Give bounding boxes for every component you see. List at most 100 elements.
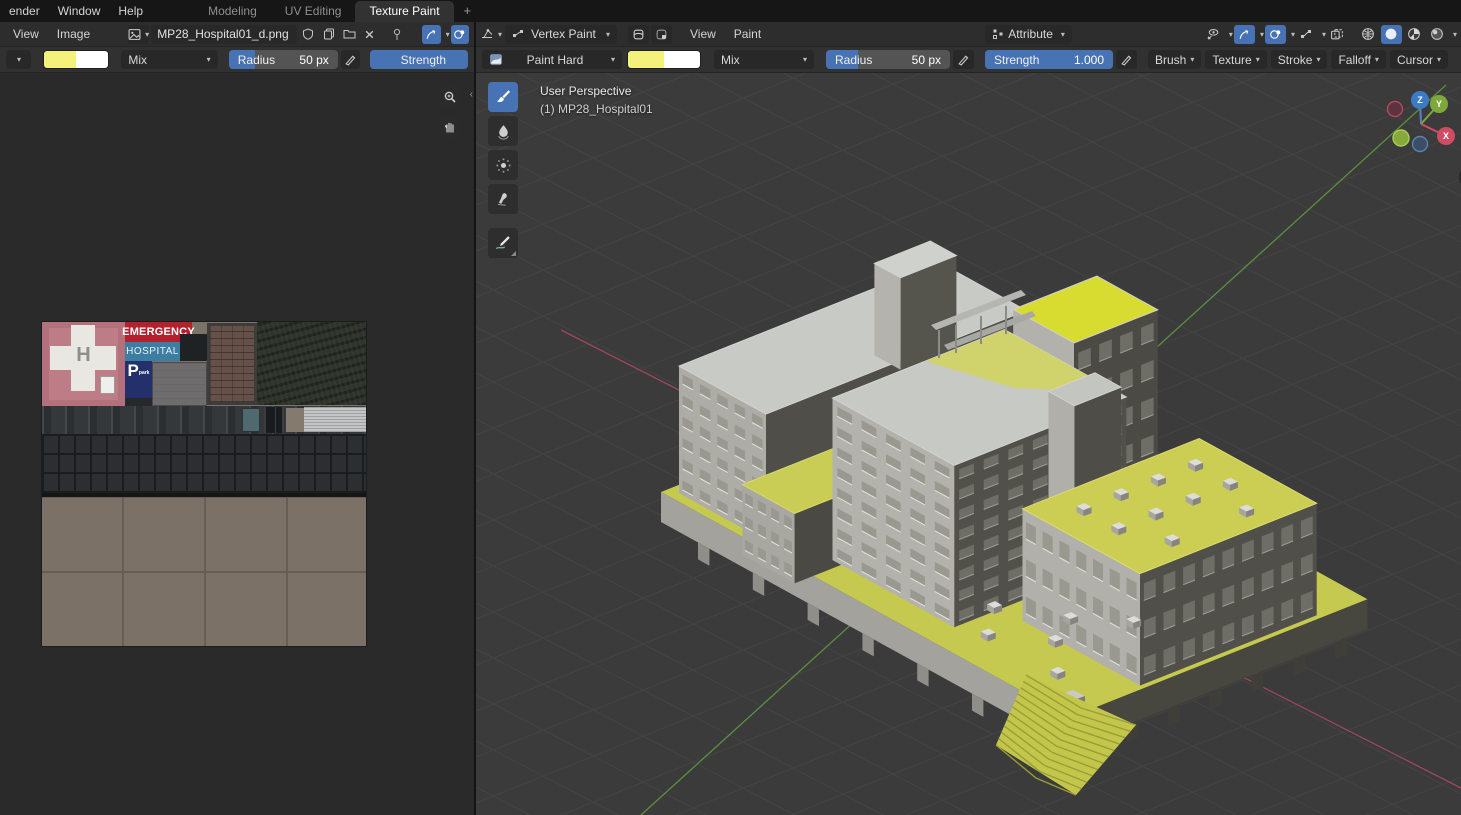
menu-render[interactable]: ender [0, 2, 49, 20]
blur-tool[interactable] [488, 116, 518, 146]
cursor-popover[interactable]: Cursor▾ [1390, 50, 1448, 69]
texture-concrete-panels [42, 497, 366, 646]
paint-mask-toggle-icon[interactable] [628, 25, 649, 44]
stroke-popover[interactable]: Stroke▾ [1271, 50, 1328, 69]
new-image-icon[interactable] [320, 25, 338, 44]
image-tool-settings: ▾ Mix▾ Radius 50 px Strength [0, 47, 474, 73]
brush-popover[interactable]: Brush▾ [1148, 50, 1201, 69]
viewport-gizmos-toggle-icon[interactable] [1234, 25, 1255, 44]
texture-hospital-sign: H [42, 322, 125, 406]
viewport-overlays-toggle-icon[interactable] [1265, 25, 1286, 44]
texture-small-window [125, 398, 152, 406]
shading-solid-icon[interactable] [1381, 25, 1402, 44]
editor-type-icon[interactable]: ▾ [481, 25, 502, 44]
texture-beige-panel [286, 408, 304, 432]
mode-select[interactable]: Vertex Paint▾ [505, 25, 617, 44]
image-color-swatches[interactable] [43, 50, 109, 69]
viewport-strength-slider[interactable]: Strength 1.000 [985, 50, 1113, 69]
smear-tool[interactable] [488, 184, 518, 214]
annotate-tool[interactable] [488, 228, 518, 258]
viewport-blend-mode-select[interactable]: Mix▾ [714, 50, 814, 69]
svg-text:Z: Z [1417, 95, 1423, 105]
show-gizmo-dropdown-icon[interactable]: ▾ [1229, 30, 1233, 39]
add-workspace-button[interactable]: + [454, 0, 482, 22]
hospital-3d-scene: Z Y X [476, 73, 1461, 815]
topbar: ender Window Help Modeling UV Editing Te… [0, 0, 1461, 22]
image-strength-slider[interactable]: Strength [370, 50, 468, 69]
active-object-label: (1) MP28_Hospital01 [540, 100, 653, 118]
image-pan-hand-button[interactable] [438, 115, 462, 139]
viewport-paint-menu[interactable]: Paint [725, 25, 770, 43]
texture-popover[interactable]: Texture▾ [1205, 50, 1266, 69]
image-image-menu[interactable]: Image [48, 25, 99, 43]
texture-teal-window [242, 408, 260, 432]
attribute-select[interactable]: Attribute▾ [985, 25, 1072, 44]
viewport-toolbar [488, 82, 518, 258]
gizmos-toggle-icon[interactable] [422, 25, 440, 44]
image-editor-header: View Image ▾ MP28_Hospital01_d.png ▾ [0, 22, 474, 47]
tab-texture-paint[interactable]: Texture Paint [355, 1, 453, 22]
viewport-primary-color[interactable] [628, 51, 664, 68]
image-radius-slider[interactable]: Radius 50 px [229, 50, 338, 69]
image-view-menu[interactable]: View [4, 25, 48, 43]
workspace-tabs: Modeling UV Editing Texture Paint + [194, 0, 481, 22]
vertex-group-icon[interactable] [1296, 25, 1317, 44]
fake-user-shield-icon[interactable] [299, 25, 317, 44]
viewport-overlay-text: User Perspective (1) MP28_Hospital01 [540, 82, 653, 118]
texture-parking-sign: Ppark [125, 361, 152, 398]
viewport-overlays-dropdown-icon[interactable]: ▾ [1291, 30, 1295, 39]
brush-select[interactable]: Paint Hard▾ [482, 50, 622, 69]
image-editor-pane: View Image ▾ MP28_Hospital01_d.png ▾ ▾ [0, 22, 474, 815]
viewport-canvas[interactable]: Z Y X User Perspective (1) MP28_Hospital01 [476, 73, 1461, 815]
shading-rendered-icon[interactable] [1427, 25, 1448, 44]
viewport-color-swatches[interactable] [627, 50, 701, 69]
tab-modeling[interactable]: Modeling [194, 1, 271, 22]
viewport-radius-slider[interactable]: Radius 50 px [826, 50, 950, 69]
open-image-folder-icon[interactable] [340, 25, 358, 44]
image-brush-select[interactable]: ▾ [6, 50, 31, 69]
shading-dropdown-icon[interactable]: ▾ [1453, 30, 1457, 39]
image-name-field[interactable]: MP28_Hospital01_d.png [151, 25, 297, 44]
falloff-popover[interactable]: Falloff▾ [1331, 50, 1385, 69]
gizmos-dropdown-icon[interactable]: ▾ [446, 30, 450, 39]
hospital-texture-image[interactable]: H EMERGENCY HOSPITAL Ppark [42, 322, 366, 646]
viewport-secondary-color[interactable] [664, 51, 700, 68]
vertex-group-dropdown-icon[interactable]: ▾ [1322, 30, 1326, 39]
image-editor-canvas[interactable]: H EMERGENCY HOSPITAL Ppark ‹ [0, 73, 474, 815]
menu-window[interactable]: Window [49, 2, 110, 20]
viewport-view-menu[interactable]: View [681, 25, 725, 43]
svg-text:Y: Y [1436, 99, 1442, 109]
texture-concrete-door [152, 362, 207, 406]
region-collapse-arrow[interactable]: ‹ [470, 89, 473, 100]
texture-elevator-doors [264, 407, 284, 433]
image-blend-mode-select[interactable]: Mix▾ [121, 50, 217, 69]
viewport-pane: ▾ Vertex Paint▾ View Paint Attribute▾ ▾ … [476, 22, 1461, 815]
xray-toggle-icon[interactable] [1327, 25, 1348, 44]
average-tool[interactable] [488, 150, 518, 180]
shading-wireframe-icon[interactable] [1358, 25, 1379, 44]
browse-image-icon[interactable]: ▾ [128, 25, 149, 44]
image-zoom-button[interactable] [438, 85, 462, 109]
svg-text:X: X [1443, 131, 1449, 141]
texture-hospital-banner: HOSPITAL [125, 342, 180, 361]
viewport-strength-pressure-icon[interactable] [1116, 50, 1137, 69]
viewport-header: ▾ Vertex Paint▾ View Paint Attribute▾ ▾ … [476, 22, 1461, 47]
texture-dark-mottled-tile [257, 322, 366, 405]
shading-material-icon[interactable] [1404, 25, 1425, 44]
pin-icon[interactable] [388, 25, 406, 44]
unlink-image-icon[interactable] [360, 25, 378, 44]
draw-brush-tool[interactable] [488, 82, 518, 112]
viewport-gizmos-dropdown-icon[interactable]: ▾ [1260, 30, 1264, 39]
vertex-mask-toggle-icon[interactable] [651, 25, 672, 44]
viewport-radius-pressure-icon[interactable] [953, 50, 974, 69]
secondary-color-swatch[interactable] [76, 51, 108, 68]
texture-window-block [180, 334, 207, 361]
view-name-label: User Perspective [540, 82, 653, 100]
show-gizmo-eye-icon[interactable] [1203, 25, 1224, 44]
primary-color-swatch[interactable] [44, 51, 76, 68]
menu-help[interactable]: Help [109, 2, 152, 20]
radius-pressure-icon[interactable] [341, 50, 360, 69]
overlays-toggle-icon[interactable] [451, 25, 469, 44]
tab-uv-editing[interactable]: UV Editing [271, 1, 356, 22]
texture-white-blinds [304, 407, 366, 432]
